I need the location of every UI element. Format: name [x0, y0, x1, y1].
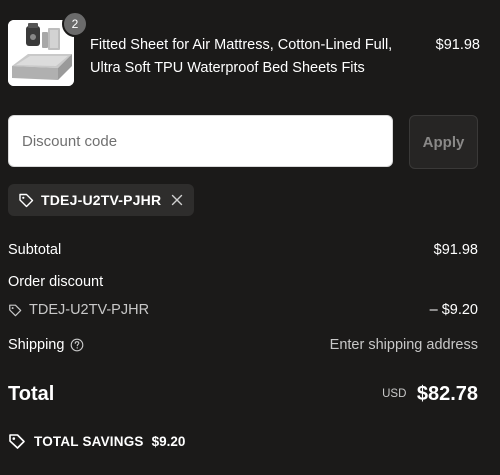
discount-code-label-wrap: TDEJ-U2TV-PJHR	[8, 299, 149, 321]
remove-discount-close-icon[interactable]	[170, 193, 184, 207]
subtotal-label: Subtotal	[8, 242, 62, 258]
tag-icon	[19, 193, 34, 208]
discount-amount: – $9.20	[429, 302, 478, 318]
discount-code-text: TDEJ-U2TV-PJHR	[29, 302, 150, 318]
shipping-label: Shipping	[8, 337, 65, 353]
subtotal-value: $91.98	[433, 242, 478, 258]
shipping-label-wrap: Shipping	[8, 334, 84, 356]
subtotal-row: Subtotal $91.98	[8, 239, 478, 261]
help-circle-icon[interactable]	[70, 338, 84, 352]
quantity-badge: 2	[62, 11, 88, 37]
product-thumbnail-wrapper: 2	[8, 11, 88, 86]
savings-tag-icon	[9, 434, 25, 449]
total-savings-amount: $9.20	[151, 433, 186, 449]
total-label: Total	[8, 383, 55, 405]
tag-icon	[9, 304, 22, 317]
order-discount-label: Order discount	[8, 274, 104, 290]
shipping-value: Enter shipping address	[329, 337, 478, 353]
cart-line-item: 2 Fitted Sheet for Air Mattress, Cotton-…	[8, 11, 480, 90]
apply-discount-button[interactable]: Apply	[409, 115, 478, 169]
product-title-line-1: Fitted Sheet for Air Mattress, Cotton-Li…	[90, 37, 393, 53]
total-amount: $82.78	[416, 383, 478, 405]
order-discount-row: Order discount	[8, 271, 478, 293]
discount-code-input[interactable]	[8, 115, 393, 167]
total-savings-label: TOTAL SAVINGS	[34, 433, 144, 449]
total-savings-row: TOTAL SAVINGS $9.20	[8, 430, 185, 452]
applied-discount-chip: TDEJ-U2TV-PJHR	[8, 184, 195, 216]
total-value-wrap: USD $82.78	[382, 379, 478, 409]
applied-discount-code: TDEJ-U2TV-PJHR	[41, 192, 162, 208]
total-row: Total USD $82.78	[8, 379, 478, 409]
total-currency: USD	[382, 388, 407, 400]
product-title-line-2: Ultra Soft TPU Waterproof Bed Sheets Fit…	[90, 60, 365, 76]
product-title: Fitted Sheet for Air Mattress, Cotton-Li…	[90, 34, 410, 80]
discount-code-row: TDEJ-U2TV-PJHR – $9.20	[8, 299, 478, 321]
shipping-row: Shipping Enter shipping address	[8, 334, 478, 356]
product-price: $91.98	[435, 37, 480, 53]
discount-code-form: Apply	[8, 115, 478, 169]
